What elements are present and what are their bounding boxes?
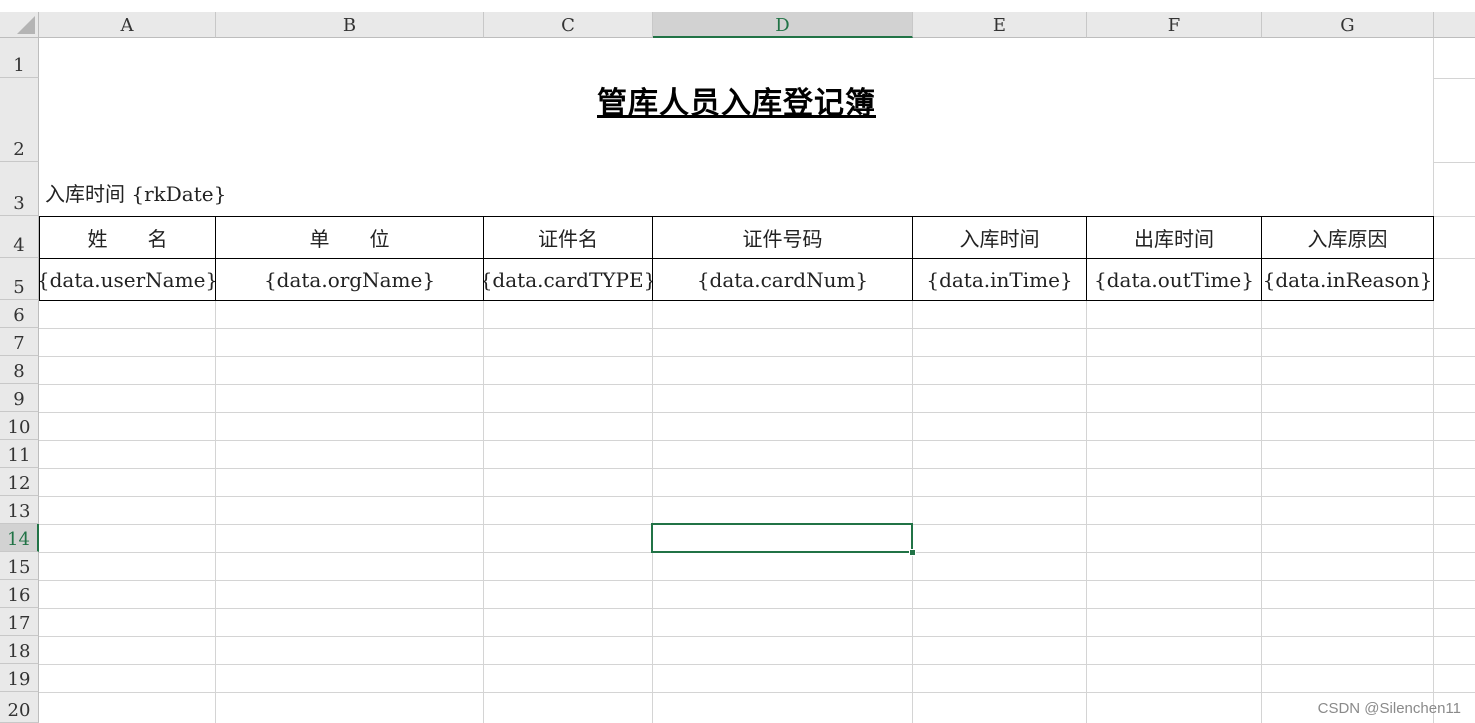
column-header-g[interactable]: G (1262, 12, 1434, 38)
select-all-button[interactable] (0, 12, 39, 38)
active-cell-selection[interactable] (651, 523, 913, 553)
gridline (39, 664, 1475, 665)
data-cell-cardnum[interactable]: {data.cardNum} (652, 258, 913, 301)
gridline (483, 300, 484, 723)
row-header-15[interactable]: 15 (0, 552, 39, 580)
column-header-overflow[interactable] (1434, 12, 1475, 38)
row-header-5[interactable]: 5 (0, 258, 39, 300)
gridline (1433, 38, 1434, 723)
gridline (912, 300, 913, 723)
header-cell-in-reason[interactable]: 入库原因 (1261, 216, 1434, 259)
data-cell-cardtype[interactable]: {data.cardTYPE} (483, 258, 653, 301)
row-header-19[interactable]: 19 (0, 664, 39, 692)
header-cell-card-type[interactable]: 证件名 (483, 216, 653, 259)
gridline (1434, 162, 1475, 163)
gridline (1434, 258, 1475, 259)
row-header-8[interactable]: 8 (0, 356, 39, 384)
row-header-10[interactable]: 10 (0, 412, 39, 440)
row-header-4[interactable]: 4 (0, 216, 39, 258)
gridline (39, 580, 1475, 581)
row-header-17[interactable]: 17 (0, 608, 39, 636)
header-cell-card-num[interactable]: 证件号码 (652, 216, 913, 259)
column-header-f[interactable]: F (1087, 12, 1262, 38)
gridline (39, 356, 1475, 357)
data-cell-orgname[interactable]: {data.orgName} (215, 258, 484, 301)
row-header-12[interactable]: 12 (0, 468, 39, 496)
gridline (39, 692, 1475, 693)
row-header-3[interactable]: 3 (0, 162, 39, 216)
gridline (39, 440, 1475, 441)
column-header-d[interactable]: D (653, 12, 913, 38)
gridline (215, 300, 216, 723)
header-cell-in-time[interactable]: 入库时间 (912, 216, 1087, 259)
data-cell-outtime[interactable]: {data.outTime} (1086, 258, 1262, 301)
gridline (39, 608, 1475, 609)
spreadsheet[interactable]: A B C D E F G 1 2 3 4 5 6 7 8 9 10 11 12… (0, 0, 1475, 723)
data-cell-inreason[interactable]: {data.inReason} (1261, 258, 1434, 301)
row-header-20[interactable]: 20 (0, 692, 39, 723)
data-cell-intime[interactable]: {data.inTime} (912, 258, 1087, 301)
gridline (39, 636, 1475, 637)
gridline (39, 384, 1475, 385)
row-header-1[interactable]: 1 (0, 38, 39, 78)
row-header-2[interactable]: 2 (0, 78, 39, 162)
header-cell-org[interactable]: 单 位 (215, 216, 484, 259)
header-cell-out-time[interactable]: 出库时间 (1086, 216, 1262, 259)
row-header-14[interactable]: 14 (0, 524, 39, 552)
gridline (39, 468, 1475, 469)
top-strip (0, 0, 1475, 12)
column-header-a[interactable]: A (39, 12, 216, 38)
row-header-6[interactable]: 6 (0, 300, 39, 328)
data-cell-username[interactable]: {data.userName} (39, 258, 216, 301)
row-header-13[interactable]: 13 (0, 496, 39, 524)
gridline (39, 412, 1475, 413)
watermark: CSDN @Silenchen11 (1317, 700, 1461, 717)
gridline (1261, 300, 1262, 723)
row-header-16[interactable]: 16 (0, 580, 39, 608)
row-header-9[interactable]: 9 (0, 384, 39, 412)
row-header-7[interactable]: 7 (0, 328, 39, 356)
column-header-b[interactable]: B (216, 12, 484, 38)
header-cell-name[interactable]: 姓 名 (39, 216, 216, 259)
column-header-c[interactable]: C (484, 12, 653, 38)
select-all-triangle-icon (17, 16, 35, 34)
gridline (652, 300, 653, 723)
date-label-cell[interactable]: 入库时间 {rkDate} (45, 178, 226, 207)
gridline (1434, 78, 1475, 79)
row-header-18[interactable]: 18 (0, 636, 39, 664)
gridline (1086, 300, 1087, 723)
gridline (39, 328, 1475, 329)
row-header-11[interactable]: 11 (0, 440, 39, 468)
column-header-e[interactable]: E (913, 12, 1087, 38)
gridline (1434, 216, 1475, 217)
sheet-title[interactable]: 管库人员入库登记簿 (40, 78, 1433, 122)
fill-handle[interactable] (909, 549, 916, 556)
gridline (39, 496, 1475, 497)
